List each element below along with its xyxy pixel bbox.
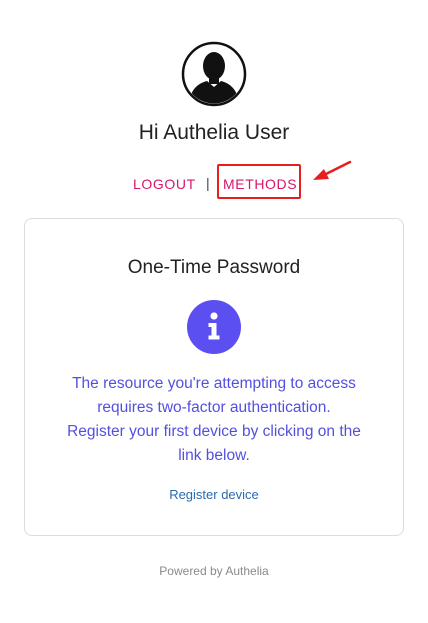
register-device-link[interactable]: Register device xyxy=(25,487,403,503)
info-icon xyxy=(187,300,241,354)
annotation-highlight-box xyxy=(217,164,301,199)
annotation-arrow-icon xyxy=(313,160,352,180)
account-nav: LOGOUT | METHODS xyxy=(0,172,428,196)
powered-by-footer: Powered by Authelia xyxy=(159,564,269,578)
message-line: The resource you're attempting to access xyxy=(72,375,356,392)
message-line: link below. xyxy=(178,447,250,464)
message-line: requires two-factor authentication. xyxy=(97,399,331,416)
otp-card: One-Time Password The resource you're at… xyxy=(24,218,404,536)
nav-separator: | xyxy=(206,175,210,191)
card-title: One-Time Password xyxy=(127,257,301,278)
user-avatar-icon xyxy=(181,41,247,107)
logout-link[interactable]: LOGOUT xyxy=(133,176,196,192)
message-line: Register your first device by clicking o… xyxy=(67,423,361,440)
greeting-title: Hi Authelia User xyxy=(138,121,290,144)
two-factor-message: The resource you're attempting to access… xyxy=(49,372,379,468)
